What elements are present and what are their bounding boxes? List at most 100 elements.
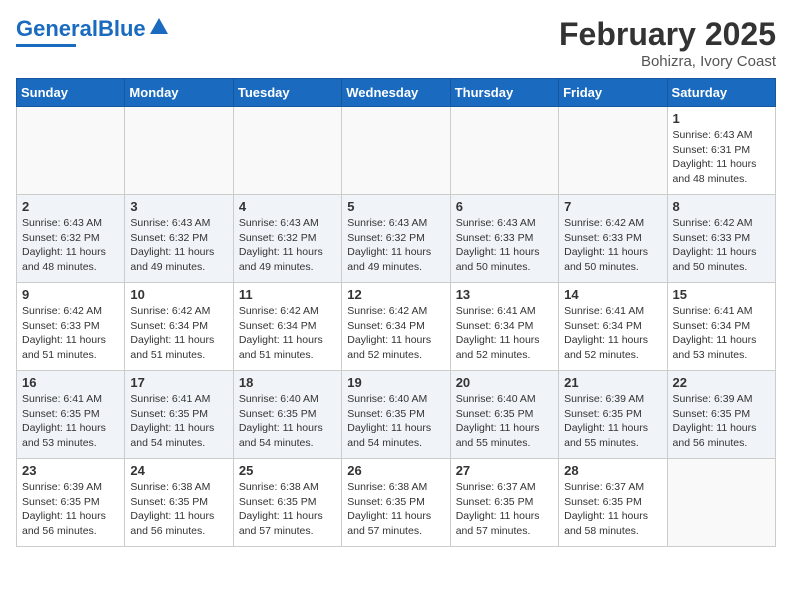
month-title: February 2025 (559, 16, 776, 53)
calendar-day-cell: 19 Sunrise: 6:40 AM Sunset: 6:35 PM Dayli… (342, 371, 450, 459)
day-number: 12 (347, 287, 444, 302)
day-info: Sunrise: 6:43 AM Sunset: 6:32 PM Dayligh… (347, 216, 444, 275)
day-info: Sunrise: 6:41 AM Sunset: 6:34 PM Dayligh… (564, 304, 661, 363)
day-number: 14 (564, 287, 661, 302)
day-info: Sunrise: 6:38 AM Sunset: 6:35 PM Dayligh… (239, 480, 336, 539)
calendar-day-cell: 23 Sunrise: 6:39 AM Sunset: 6:35 PM Dayli… (17, 459, 125, 547)
calendar-day-cell: 22 Sunrise: 6:39 AM Sunset: 6:35 PM Dayli… (667, 371, 775, 459)
day-info: Sunrise: 6:40 AM Sunset: 6:35 PM Dayligh… (456, 392, 553, 451)
day-number: 27 (456, 463, 553, 478)
calendar-day-cell: 13 Sunrise: 6:41 AM Sunset: 6:34 PM Dayli… (450, 283, 558, 371)
day-number: 18 (239, 375, 336, 390)
day-info: Sunrise: 6:39 AM Sunset: 6:35 PM Dayligh… (564, 392, 661, 451)
day-number: 21 (564, 375, 661, 390)
calendar-day-cell: 20Sunrise: 6:40 AM Sunset: 6:35 PM Dayli… (450, 371, 558, 459)
calendar-day-cell: 4 Sunrise: 6:43 AM Sunset: 6:32 PM Daylig… (233, 195, 341, 283)
day-info: Sunrise: 6:41 AM Sunset: 6:35 PM Dayligh… (22, 392, 119, 451)
calendar-day-cell: 14 Sunrise: 6:41 AM Sunset: 6:34 PM Dayli… (559, 283, 667, 371)
day-number: 13 (456, 287, 553, 302)
day-info: Sunrise: 6:42 AM Sunset: 6:33 PM Dayligh… (564, 216, 661, 275)
day-info: Sunrise: 6:43 AM Sunset: 6:32 PM Dayligh… (239, 216, 336, 275)
calendar-day-cell: 7 Sunrise: 6:42 AM Sunset: 6:33 PM Daylig… (559, 195, 667, 283)
calendar-day-cell: 9 Sunrise: 6:42 AM Sunset: 6:33 PM Daylig… (17, 283, 125, 371)
calendar-table: SundayMondayTuesdayWednesdayThursdayFrid… (16, 78, 776, 547)
day-info: Sunrise: 6:43 AM Sunset: 6:31 PM Dayligh… (673, 128, 770, 187)
calendar-week-row: 16Sunrise: 6:41 AM Sunset: 6:35 PM Dayli… (17, 371, 776, 459)
calendar-week-row: 23 Sunrise: 6:39 AM Sunset: 6:35 PM Dayli… (17, 459, 776, 547)
day-number: 9 (22, 287, 119, 302)
day-number: 26 (347, 463, 444, 478)
day-number: 10 (130, 287, 227, 302)
day-of-week-header: Saturday (667, 79, 775, 107)
day-number: 5 (347, 199, 444, 214)
day-number: 3 (130, 199, 227, 214)
day-number: 4 (239, 199, 336, 214)
day-number: 7 (564, 199, 661, 214)
title-block: February 2025 Bohizra, Ivory Coast (559, 16, 776, 70)
day-info: Sunrise: 6:41 AM Sunset: 6:35 PM Dayligh… (130, 392, 227, 451)
calendar-day-cell: 28 Sunrise: 6:37 AM Sunset: 6:35 PM Dayli… (559, 459, 667, 547)
logo-icon (148, 16, 170, 38)
calendar-day-cell (667, 459, 775, 547)
calendar-day-cell: 6 Sunrise: 6:43 AM Sunset: 6:33 PM Daylig… (450, 195, 558, 283)
day-info: Sunrise: 6:42 AM Sunset: 6:33 PM Dayligh… (22, 304, 119, 363)
day-number: 25 (239, 463, 336, 478)
day-number: 24 (130, 463, 227, 478)
calendar-week-row: 2 Sunrise: 6:43 AM Sunset: 6:32 PM Daylig… (17, 195, 776, 283)
day-of-week-header: Sunday (17, 79, 125, 107)
day-info: Sunrise: 6:38 AM Sunset: 6:35 PM Dayligh… (130, 480, 227, 539)
location-text: Bohizra, Ivory Coast (559, 53, 776, 70)
calendar-day-cell: 27 Sunrise: 6:37 AM Sunset: 6:35 PM Dayli… (450, 459, 558, 547)
logo-text: GeneralBlue (16, 16, 146, 42)
day-info: Sunrise: 6:43 AM Sunset: 6:32 PM Dayligh… (130, 216, 227, 275)
day-info: Sunrise: 6:37 AM Sunset: 6:35 PM Dayligh… (564, 480, 661, 539)
calendar-day-cell: 10 Sunrise: 6:42 AM Sunset: 6:34 PM Dayli… (125, 283, 233, 371)
calendar-day-cell: 16Sunrise: 6:41 AM Sunset: 6:35 PM Dayli… (17, 371, 125, 459)
calendar-day-cell (450, 107, 558, 195)
day-info: Sunrise: 6:43 AM Sunset: 6:33 PM Dayligh… (456, 216, 553, 275)
day-info: Sunrise: 6:42 AM Sunset: 6:34 PM Dayligh… (130, 304, 227, 363)
day-number: 23 (22, 463, 119, 478)
day-of-week-header: Wednesday (342, 79, 450, 107)
day-number: 17 (130, 375, 227, 390)
calendar-day-cell: 21 Sunrise: 6:39 AM Sunset: 6:35 PM Dayli… (559, 371, 667, 459)
day-number: 19 (347, 375, 444, 390)
calendar-week-row: 9 Sunrise: 6:42 AM Sunset: 6:33 PM Daylig… (17, 283, 776, 371)
calendar-week-row: 1 Sunrise: 6:43 AM Sunset: 6:31 PM Daylig… (17, 107, 776, 195)
day-info: Sunrise: 6:41 AM Sunset: 6:34 PM Dayligh… (456, 304, 553, 363)
logo: GeneralBlue (16, 16, 170, 47)
day-number: 22 (673, 375, 770, 390)
calendar-day-cell: 3 Sunrise: 6:43 AM Sunset: 6:32 PM Daylig… (125, 195, 233, 283)
calendar-day-cell: 12Sunrise: 6:42 AM Sunset: 6:34 PM Dayli… (342, 283, 450, 371)
calendar-day-cell: 5 Sunrise: 6:43 AM Sunset: 6:32 PM Daylig… (342, 195, 450, 283)
calendar-day-cell: 1 Sunrise: 6:43 AM Sunset: 6:31 PM Daylig… (667, 107, 775, 195)
calendar-day-cell: 26Sunrise: 6:38 AM Sunset: 6:35 PM Dayli… (342, 459, 450, 547)
day-number: 8 (673, 199, 770, 214)
day-number: 2 (22, 199, 119, 214)
logo-underline (16, 44, 76, 47)
day-of-week-header: Thursday (450, 79, 558, 107)
calendar-day-cell: 8Sunrise: 6:42 AM Sunset: 6:33 PM Daylig… (667, 195, 775, 283)
day-info: Sunrise: 6:40 AM Sunset: 6:35 PM Dayligh… (347, 392, 444, 451)
day-number: 1 (673, 111, 770, 126)
calendar-day-cell (559, 107, 667, 195)
day-info: Sunrise: 6:41 AM Sunset: 6:34 PM Dayligh… (673, 304, 770, 363)
day-number: 11 (239, 287, 336, 302)
page-header: GeneralBlue February 2025 Bohizra, Ivory… (16, 16, 776, 70)
day-info: Sunrise: 6:40 AM Sunset: 6:35 PM Dayligh… (239, 392, 336, 451)
calendar-day-cell: 25 Sunrise: 6:38 AM Sunset: 6:35 PM Dayli… (233, 459, 341, 547)
calendar-day-cell: 15 Sunrise: 6:41 AM Sunset: 6:34 PM Dayli… (667, 283, 775, 371)
day-of-week-header: Monday (125, 79, 233, 107)
calendar-day-cell (342, 107, 450, 195)
day-number: 28 (564, 463, 661, 478)
day-info: Sunrise: 6:39 AM Sunset: 6:35 PM Dayligh… (673, 392, 770, 451)
day-of-week-header: Tuesday (233, 79, 341, 107)
calendar-day-cell: 2Sunrise: 6:43 AM Sunset: 6:32 PM Daylig… (17, 195, 125, 283)
calendar-day-cell (233, 107, 341, 195)
day-number: 15 (673, 287, 770, 302)
calendar-day-cell (125, 107, 233, 195)
day-info: Sunrise: 6:39 AM Sunset: 6:35 PM Dayligh… (22, 480, 119, 539)
calendar-day-cell: 17 Sunrise: 6:41 AM Sunset: 6:35 PM Dayli… (125, 371, 233, 459)
day-info: Sunrise: 6:37 AM Sunset: 6:35 PM Dayligh… (456, 480, 553, 539)
day-number: 6 (456, 199, 553, 214)
